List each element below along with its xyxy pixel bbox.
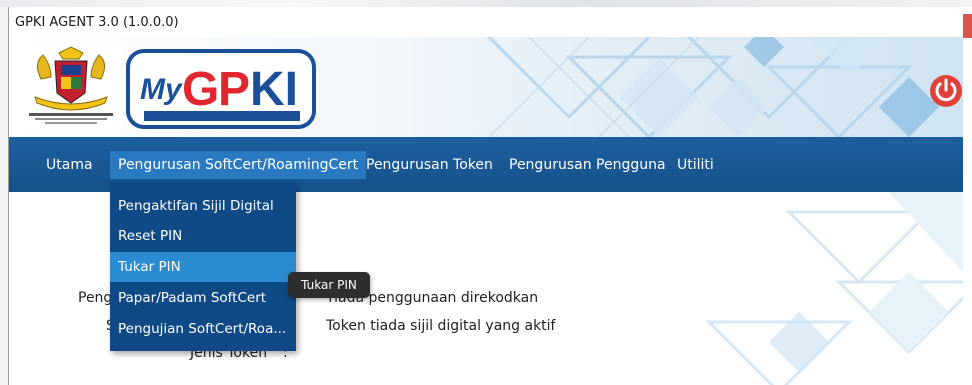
menu-item-tukar-pin[interactable]: Tukar PIN [110, 252, 296, 282]
status-value-sijil: Token tiada sijil digital yang aktif [326, 318, 556, 334]
menu-item-pengaktifan-sijil[interactable]: Pengaktifan Sijil Digital [110, 191, 296, 221]
desktop-strip-top [0, 0, 972, 7]
nav-pengurusan-softcert[interactable]: Pengurusan SoftCert/RoamingCert [110, 151, 367, 179]
desktop-strip-left [0, 7, 8, 385]
svg-text:P: P [218, 63, 250, 116]
nav-pengurusan-pengguna[interactable]: Pengurusan Pengguna [501, 151, 674, 179]
svg-text:KI: KI [250, 63, 298, 116]
window-title: GPKI AGENT 3.0 (1.0.0.0) [15, 15, 179, 30]
title-bar: GPKI AGENT 3.0 (1.0.0.0) [9, 7, 963, 37]
menu-item-papar-padam-softcert[interactable]: Papar/Padam SoftCert [110, 283, 296, 313]
softcert-dropdown-menu: Pengaktifan Sijil Digital Reset PIN Tuka… [110, 183, 296, 351]
header-banner: My G P KI [9, 37, 963, 137]
desktop-strip-right [962, 7, 972, 385]
coat-of-arms-icon [21, 45, 121, 127]
svg-text:My: My [140, 73, 183, 106]
power-icon[interactable] [929, 74, 963, 108]
nav-utama[interactable]: Utama [38, 151, 101, 179]
mygpki-logo: My G P KI [124, 47, 319, 133]
nav-pengurusan-token[interactable]: Pengurusan Token [358, 151, 501, 179]
menu-item-pengujian-softcert[interactable]: Pengujian SoftCert/Roa... [110, 314, 296, 344]
status-label-pengguna: Peng [78, 290, 113, 306]
nav-utiliti[interactable]: Utiliti [669, 151, 722, 179]
svg-text:G: G [182, 63, 219, 116]
menu-item-reset-pin[interactable]: Reset PIN [110, 221, 296, 251]
tooltip: Tukar PIN [288, 272, 370, 298]
app-window: GPKI AGENT 3.0 (1.0.0.0) My G P KI Utama… [8, 7, 963, 385]
window-close-edge[interactable] [962, 14, 972, 38]
